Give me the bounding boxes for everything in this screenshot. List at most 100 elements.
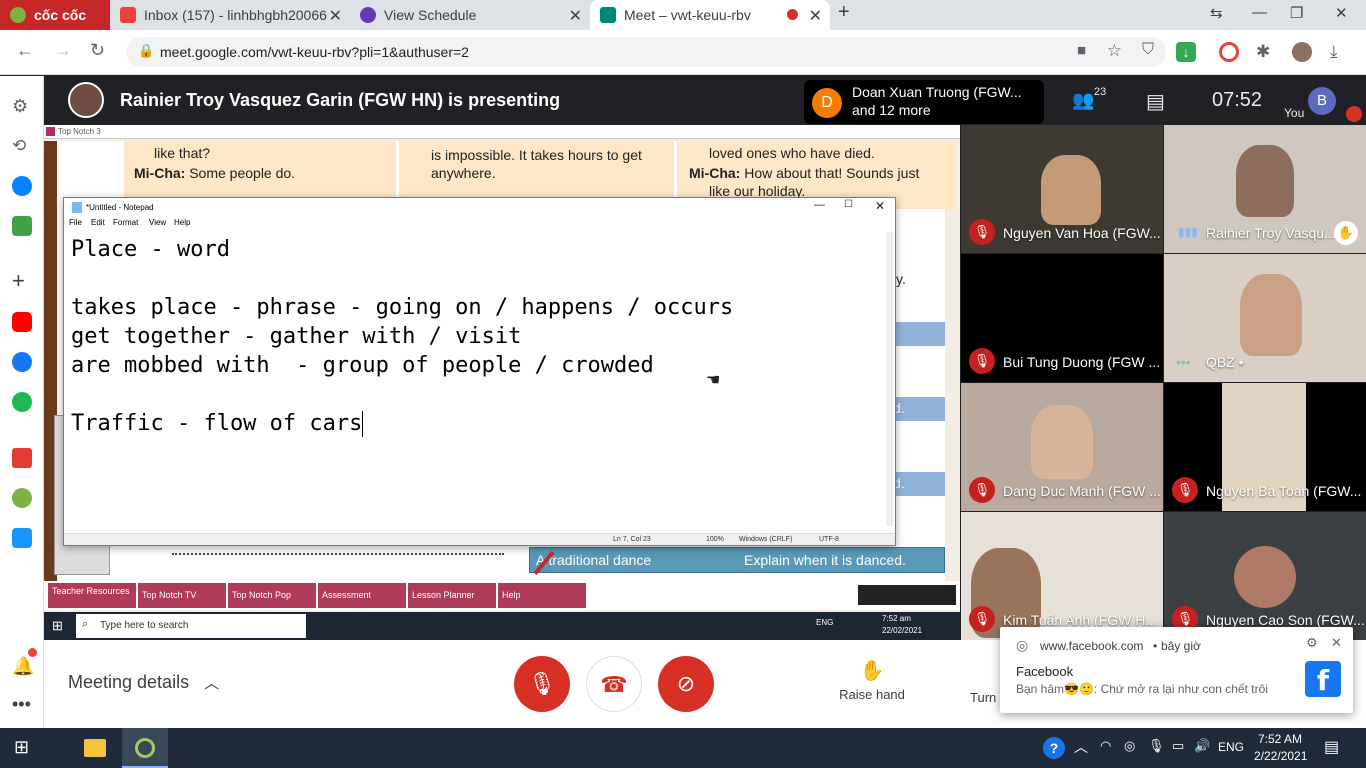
vertical-scrollbar[interactable]	[886, 232, 894, 526]
notification-dot	[28, 648, 37, 657]
reload-icon[interactable]: ↻	[90, 40, 105, 61]
participant-more: and 12 more	[852, 102, 931, 118]
messenger-icon[interactable]	[12, 176, 32, 196]
coccoc-icon[interactable]	[12, 488, 32, 508]
text-line	[71, 380, 733, 409]
youtube-icon[interactable]	[12, 312, 32, 332]
leave-call-button[interactable]: ☎	[586, 656, 642, 712]
downloads-icon[interactable]: ⤓	[1330, 42, 1350, 62]
download-extension-icon[interactable]: ↓	[1176, 42, 1196, 62]
file-explorer-icon[interactable]	[84, 739, 106, 757]
spotify-icon[interactable]	[12, 392, 32, 412]
card-line: loved ones who have died.	[709, 145, 875, 161]
tab-inbox[interactable]: Inbox (157) - linhbhgbh20066 ✕	[110, 0, 350, 30]
mic-icon[interactable]: 🎙	[1148, 738, 1165, 754]
inner-start-icon[interactable]: ⊞	[52, 618, 63, 634]
menu-format[interactable]: Format	[113, 218, 138, 227]
tab-meet[interactable]: Meet – vwt-keuu-rbv ✕	[590, 0, 830, 30]
url-input[interactable]: 🔒 meet.google.com/vwt-keuu-rbv?pli=1&aut…	[126, 37, 1166, 67]
more-options-icon[interactable]: •••	[1176, 354, 1191, 370]
participant-pill[interactable]: D Doan Xuan Truong (FGW... and 12 more	[804, 80, 1044, 124]
menu-top-notch-pop[interactable]: Top Notch Pop	[228, 583, 316, 608]
captions-label[interactable]: Turn	[970, 690, 996, 705]
minimize-button[interactable]: —	[814, 199, 825, 211]
menu-edit[interactable]: Edit	[91, 218, 105, 227]
card-line: How about that! Sounds just	[740, 165, 920, 181]
game-icon[interactable]	[12, 216, 32, 236]
menu-file[interactable]: File	[69, 218, 82, 227]
maximize-button[interactable]: ❐	[1290, 4, 1303, 22]
profile-avatar[interactable]	[1292, 42, 1312, 62]
camera-icon[interactable]: ◎	[1124, 738, 1135, 754]
extensions-icon[interactable]: ✱	[1256, 42, 1276, 62]
tab-view-schedule[interactable]: View Schedule ✕	[350, 0, 590, 30]
menu-lesson-planner[interactable]: Lesson Planner	[408, 583, 496, 608]
menu-top-notch-tv[interactable]: Top Notch TV	[138, 583, 226, 608]
settings-icon[interactable]: ⚙	[1306, 635, 1318, 651]
shield-icon[interactable]: ⛉	[1142, 41, 1154, 59]
taskbar-date[interactable]: 2/22/2021	[1254, 749, 1307, 763]
participant-tile[interactable]: 🎙 Kim Tuấn Anh (FGW H...	[961, 512, 1163, 640]
tab-search-icon[interactable]: ⇆	[1210, 4, 1223, 22]
forward-icon[interactable]: →	[54, 40, 72, 61]
close-icon[interactable]: ✕	[1331, 635, 1342, 651]
menu-view[interactable]: View	[149, 218, 166, 227]
mic-toggle-button[interactable]: 🎙	[514, 656, 570, 712]
raise-hand-button[interactable]: ✋ Raise hand	[834, 658, 910, 702]
new-tab-button[interactable]: +	[838, 1, 850, 24]
nav-arrows[interactable]	[858, 585, 956, 605]
vtv-icon[interactable]	[12, 448, 32, 468]
notification-message: : Chứ mở ra lại như con chết trôi	[1093, 682, 1268, 696]
camera-toggle-button[interactable]: ⊘	[658, 656, 714, 712]
participant-video	[1236, 145, 1294, 217]
taskbar-time[interactable]: 7:52 AM	[1258, 732, 1302, 746]
action-center-icon[interactable]: ▤	[1324, 737, 1339, 757]
start-icon[interactable]: ⊞	[14, 737, 29, 758]
hand-icon: ✋	[859, 660, 885, 682]
close-window-button[interactable]: ✕	[1335, 4, 1348, 22]
chat-icon[interactable]: ▤	[1146, 89, 1165, 114]
tiki-icon[interactable]	[12, 528, 32, 548]
people-icon[interactable]: 👥	[1072, 90, 1094, 111]
minimize-button[interactable]: —	[1252, 4, 1267, 21]
add-icon[interactable]: +	[12, 270, 32, 292]
coccoc-extension-icon[interactable]	[1219, 42, 1239, 62]
wifi-icon[interactable]: ◠	[1100, 738, 1111, 754]
participant-tile[interactable]: 🎙 Bui Tung Duong (FGW ...	[961, 254, 1163, 382]
settings-icon[interactable]: ⚙	[12, 96, 32, 116]
speaker-icon[interactable]: 🔊	[1194, 738, 1210, 754]
participant-tile[interactable]: 🎙 Dang Duc Manh (FGW ...	[961, 383, 1163, 511]
close-tab-icon[interactable]: ✕	[329, 6, 342, 26]
help-icon[interactable]: ?	[1043, 737, 1065, 759]
facebook-notification[interactable]: ◎ www.facebook.com • bây giờ ⚙ ✕ Faceboo…	[1000, 627, 1353, 713]
history-icon[interactable]: ⟲	[12, 136, 32, 156]
participant-tile[interactable]: 🎙 Nguyen Van Hoa (FGW...	[961, 125, 1163, 253]
maximize-button[interactable]: ☐	[844, 199, 853, 210]
menu-help[interactable]: Help	[498, 583, 586, 608]
inner-lang: ENG	[816, 618, 834, 627]
camera-icon[interactable]: ■	[1077, 42, 1086, 59]
inner-search-box[interactable]: ⌕ Type here to search	[76, 614, 306, 638]
participant-tile[interactable]: ▮▮▮ Rainier Troy Vasqu... ✋	[1164, 125, 1366, 253]
close-button[interactable]: ✕	[875, 199, 885, 213]
chevron-up-icon[interactable]: ︿	[1074, 737, 1088, 757]
more-icon[interactable]: •••	[12, 694, 32, 714]
tab-coccoc[interactable]: cốc cốc	[0, 0, 110, 30]
battery-icon[interactable]: ▭	[1172, 738, 1184, 754]
taskbar-coccoc[interactable]	[122, 728, 168, 768]
back-icon[interactable]: ←	[16, 40, 34, 61]
notepad-editor[interactable]: Place - word takes place - phrase - going…	[71, 235, 733, 438]
close-tab-icon[interactable]: ✕	[809, 6, 822, 26]
facebook-icon[interactable]	[12, 352, 32, 372]
star-icon[interactable]: ☆	[1107, 41, 1122, 61]
participant-tile[interactable]: ••• QBZ •	[1164, 254, 1366, 382]
meeting-details-button[interactable]: Meeting details ︿	[68, 672, 219, 693]
language-indicator[interactable]: ENG	[1218, 740, 1244, 754]
participant-tile[interactable]: 🎙 Nguyen Ba Toan (FGW...	[1164, 383, 1366, 511]
close-tab-icon[interactable]: ✕	[569, 6, 582, 26]
participant-tile[interactable]: 🎙 Nguyen Cao Son (FGW...	[1164, 512, 1366, 640]
notifications-bell-icon[interactable]: 🔔	[12, 656, 34, 676]
menu-teacher-resources[interactable]: Teacher Resources	[48, 583, 136, 608]
menu-help[interactable]: Help	[174, 218, 190, 227]
menu-assessment[interactable]: Assessment	[318, 583, 406, 608]
